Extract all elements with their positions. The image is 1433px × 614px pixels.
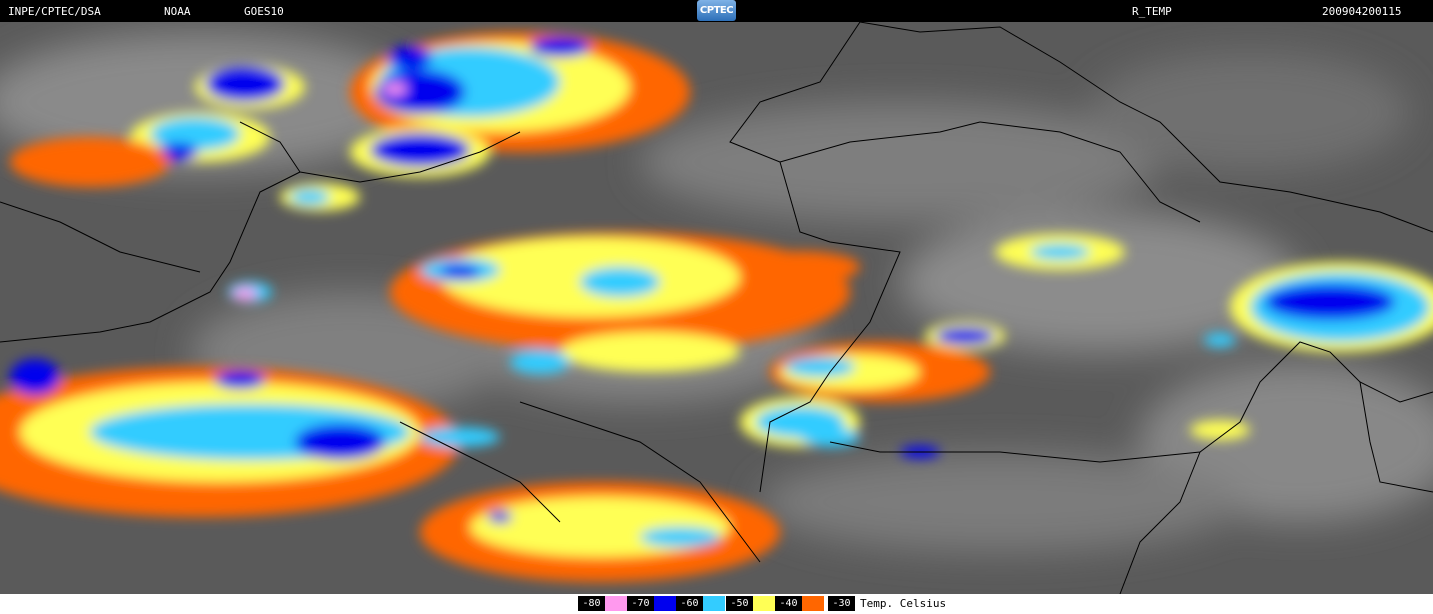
legend-label-60: -60: [676, 596, 703, 611]
legend-label-50: -50: [726, 596, 753, 611]
legend-swatch-60: [703, 596, 725, 611]
product-label: R_TEMP: [1132, 5, 1172, 18]
legend-label-40: -40: [775, 596, 802, 611]
legend-swatch-70: [654, 596, 676, 611]
satellite-label: GOES10: [244, 5, 284, 18]
legend-swatch-80: [605, 596, 627, 611]
legend-label-80: -80: [578, 596, 605, 611]
image-header: INPE/CPTEC/DSA NOAA GOES10 CPTEC R_TEMP …: [0, 0, 1433, 22]
temperature-legend: -80 -70 -60 -50 -40 -30 Temp. Celsius: [0, 594, 1433, 614]
legend-label-70: -70: [627, 596, 654, 611]
map-svg: [0, 22, 1433, 594]
legend-unit: Temp. Celsius: [860, 597, 947, 610]
agency-label: INPE/CPTEC/DSA: [8, 5, 101, 18]
timestamp-label: 200904200115: [1322, 5, 1402, 18]
cptec-logo: CPTEC: [697, 0, 736, 21]
source-label: NOAA: [164, 5, 191, 18]
legend-swatch-40: [802, 596, 824, 611]
legend-swatch-50: [753, 596, 775, 611]
satellite-map: [0, 22, 1433, 594]
legend-label-30: -30: [828, 596, 855, 611]
